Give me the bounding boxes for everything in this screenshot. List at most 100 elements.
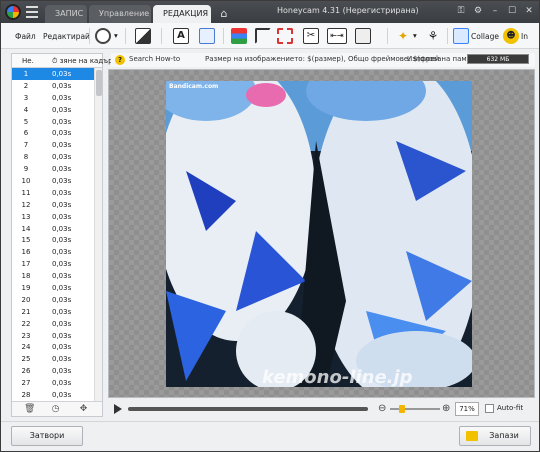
dropdown-arrow-icon[interactable]: ▾ [413,31,417,40]
clock-icon[interactable]: ◷ [50,404,61,415]
help-icon[interactable]: ? [115,55,125,65]
col-delay-header[interactable]: ⏱ зяне на кадър [52,57,113,66]
effects-icon[interactable]: ⚘ [425,28,441,44]
zoom-slider-knob[interactable] [399,405,405,413]
trash-icon[interactable]: 🗑 [24,404,35,415]
trim-icon[interactable]: ⇤⇥ [327,28,347,44]
home-icon[interactable]: ⌂ [213,5,235,23]
frame-row[interactable]: 5 0,03s [12,116,94,128]
edit-menu[interactable]: Редактирай [43,32,90,41]
frame-row[interactable]: 4 0,03s [12,104,94,116]
frame-list[interactable]: 1 0,03s 2 0,03s 3 0,03s 4 0,03s 5 0,03s 6 0,03s 7 0,0… [12,68,94,401]
file-menu[interactable]: Файл [15,32,36,41]
zoom-slider[interactable] [390,405,440,413]
frame-delay[interactable]: 0,03s [40,177,80,185]
emoji-icon[interactable]: ☻ [503,28,519,44]
autofit-label[interactable]: Auto-fit [497,404,523,412]
minimize-button[interactable]: – [488,4,502,18]
frame-delay[interactable]: 0,03s [40,201,80,209]
frame-delay[interactable]: 0,03s [40,367,80,375]
zoom-level[interactable]: 71% [455,402,479,416]
col-number-header[interactable]: Не. [22,57,34,65]
frame-row[interactable]: 24 0,03s [12,341,94,353]
frame-delay[interactable]: 0,03s [40,391,80,399]
frame-delay[interactable]: 0,03s [40,308,80,316]
frame-delay[interactable]: 0,03s [40,225,80,233]
frame-row[interactable]: 18 0,03s [12,270,94,282]
frame-row[interactable]: 17 0,03s [12,258,94,270]
frame-row[interactable]: 26 0,03s [12,365,94,377]
clock-icon[interactable] [95,28,111,44]
frame-row[interactable]: 15 0,03s [12,234,94,246]
frame-delay[interactable]: 0,03s [40,129,80,137]
frame-row[interactable]: 6 0,03s [12,127,94,139]
frame-delay[interactable]: 0,03s [40,82,80,90]
frame-row[interactable]: 7 0,03s [12,139,94,151]
frame-row[interactable]: 10 0,03s [12,175,94,187]
frame-delay[interactable]: 0,03s [40,272,80,280]
frame-row[interactable]: 27 0,03s [12,377,94,389]
tab-record[interactable]: ЗАПИС [45,5,87,23]
frame-delay[interactable]: 0,03s [40,189,80,197]
frame-delay[interactable]: 0,03s [40,355,80,363]
frame-row[interactable]: 28 0,03s [12,389,94,401]
frame-row[interactable]: 12 0,03s [12,199,94,211]
autofit-checkbox[interactable] [485,404,494,413]
frame-row[interactable]: 19 0,03s [12,282,94,294]
search-howto-link[interactable]: Search How-to [129,55,180,63]
frame-delay[interactable]: 0,03s [40,213,80,221]
close-window-button[interactable]: ✕ [522,4,536,18]
color-filter-icon[interactable] [231,28,247,44]
dropdown-arrow-icon[interactable]: ▾ [114,31,118,40]
frame-row[interactable]: 13 0,03s [12,211,94,223]
frame-row[interactable]: 21 0,03s [12,306,94,318]
frame-delay[interactable]: 0,03s [40,94,80,102]
gear-icon[interactable]: ⚙ [471,4,485,18]
frame-delay[interactable]: 0,03s [40,248,80,256]
play-icon[interactable] [114,404,122,414]
zoom-out-icon[interactable]: ⊖ [378,403,386,414]
magic-wand-icon[interactable]: ✦ [395,28,411,44]
zoom-in-icon[interactable]: ⊕ [442,403,450,414]
sticker-icon[interactable] [199,28,215,44]
frame-row[interactable]: 23 0,03s [12,330,94,342]
frame-delay[interactable]: 0,03s [40,70,80,78]
in-label[interactable]: In [521,32,528,41]
frame-delay[interactable]: 0,03s [40,296,80,304]
resize-icon[interactable] [277,28,293,44]
key-icon[interactable]: ⚿ [454,4,468,18]
collage-label[interactable]: Collage [471,32,499,41]
frame-row[interactable]: 8 0,03s [12,151,94,163]
frame-row[interactable]: 16 0,03s [12,246,94,258]
menu-icon[interactable] [26,5,38,19]
frame-delay[interactable]: 0,03s [40,165,80,173]
crop-icon[interactable] [255,28,271,44]
frame-delay[interactable]: 0,03s [40,236,80,244]
frame-row[interactable]: 14 0,03s [12,223,94,235]
frame-delay[interactable]: 0,03s [40,332,80,340]
maximize-button[interactable]: ☐ [505,4,519,18]
frame-delay[interactable]: 0,03s [40,153,80,161]
frame-row[interactable]: 3 0,03s [12,92,94,104]
frame-row[interactable]: 22 0,03s [12,318,94,330]
frame-delay[interactable]: 0,03s [40,284,80,292]
close-button[interactable]: Затвори [11,426,83,446]
preview-canvas[interactable]: Bandicam.com kemono-line.jp [108,69,535,398]
frame-row[interactable]: 9 0,03s [12,163,94,175]
frame-delay[interactable]: 0,03s [40,118,80,126]
app-logo-icon[interactable] [5,4,21,20]
frame-row[interactable]: 1 0,03s [12,68,94,80]
frame-row[interactable]: 25 0,03s [12,353,94,365]
frame-delay[interactable]: 0,03s [40,379,80,387]
frame-delay[interactable]: 0,03s [40,320,80,328]
frame-delay[interactable]: 0,03s [40,141,80,149]
text-icon[interactable]: A [173,28,189,44]
frame-row[interactable]: 11 0,03s [12,187,94,199]
frame-delay[interactable]: 0,03s [40,106,80,114]
scroll-thumb[interactable] [96,70,102,96]
tab-manage[interactable]: Управление [89,5,151,23]
tab-edit[interactable]: РЕДАКЦИЯ [153,5,211,23]
frame-list-scrollbar[interactable] [94,68,102,401]
cut-icon[interactable]: ✂ [303,28,319,44]
seek-bar[interactable] [128,407,368,411]
